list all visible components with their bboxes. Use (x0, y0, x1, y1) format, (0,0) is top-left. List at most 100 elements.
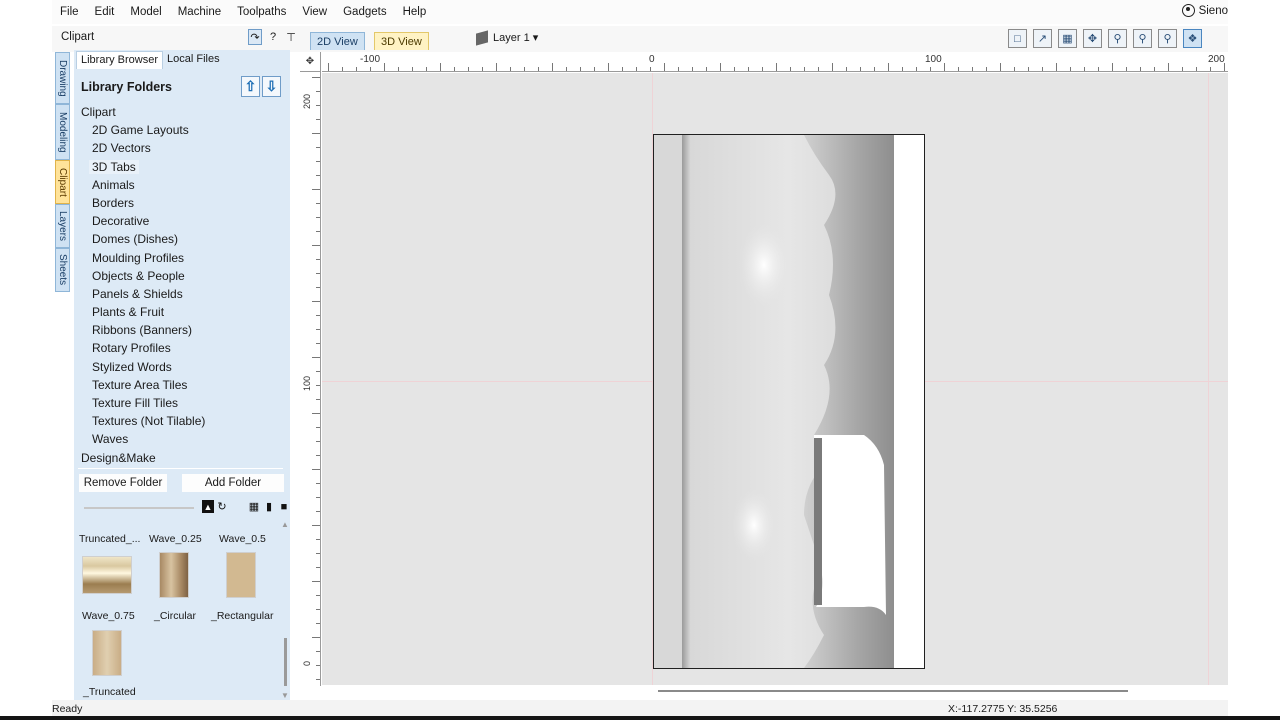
folder-item[interactable]: Borders (74, 194, 290, 212)
folder-item[interactable]: Texture Area Tiles (74, 376, 290, 394)
material-block[interactable] (653, 134, 925, 669)
add-folder-button[interactable]: Add Folder (182, 474, 284, 492)
folder-item[interactable]: Textures (Not Tilable) (74, 412, 290, 430)
menu-file[interactable]: File (52, 6, 87, 18)
folder-item[interactable]: Waves (74, 430, 290, 448)
folder-item[interactable]: Rotary Profiles (74, 339, 290, 357)
ruler-tick (316, 595, 320, 596)
user-icon (1181, 4, 1195, 17)
thumbnail-size-slider[interactable] (84, 507, 194, 509)
tab-library-browser[interactable]: Library Browser (76, 51, 164, 69)
side-tab-label: Drawing (57, 59, 68, 97)
user-account[interactable]: Sieno (1181, 4, 1228, 17)
folder-item[interactable]: 2D Game Layouts (74, 121, 290, 139)
thumbnail-label[interactable]: Wave_0.5 (219, 533, 266, 545)
side-tab-drawing[interactable]: Drawing (55, 52, 70, 104)
side-tab-clipart[interactable]: Clipart (55, 160, 70, 204)
thumbnail-scrollbar[interactable]: ▲ ▼ (281, 520, 290, 700)
folder-item[interactable]: Texture Fill Tiles (74, 394, 290, 412)
ruler-tick (482, 67, 483, 71)
folder-item[interactable]: Decorative (74, 212, 290, 230)
layer-label: Layer 1 ▾ (493, 32, 539, 44)
2d-view-canvas[interactable] (322, 73, 1228, 685)
menu-gadgets[interactable]: Gadgets (335, 6, 394, 18)
clipart-thumbnail[interactable] (82, 556, 132, 594)
menu-toolpaths[interactable]: Toolpaths (229, 6, 294, 18)
tab-3d-view[interactable]: 3D View (374, 32, 429, 50)
folder-item[interactable]: Panels & Shields (74, 285, 290, 303)
menu-model[interactable]: Model (122, 6, 169, 18)
menu-edit[interactable]: Edit (87, 6, 123, 18)
ruler-tick (916, 67, 917, 71)
clipart-thumbnail[interactable] (226, 552, 256, 598)
menu-help[interactable]: Help (395, 6, 435, 18)
scroll-down-icon[interactable]: ▼ (281, 691, 289, 700)
pin-icon[interactable]: ⊤ (284, 29, 298, 45)
large-grid-icon[interactable]: ■ (278, 500, 290, 513)
tab-2d-view[interactable]: 2D View (310, 32, 365, 50)
ruler-tick (316, 371, 320, 372)
medium-grid-icon[interactable]: ▮ (263, 500, 275, 513)
zoom-box-icon[interactable]: ⚲ (1133, 29, 1152, 48)
status-text: Ready (52, 703, 83, 715)
folder-label: 2D Game Layouts (92, 123, 189, 138)
ruler-tick (316, 231, 320, 232)
pan-icon[interactable]: ✥ (1083, 29, 1102, 48)
clipart-thumbnail[interactable] (92, 630, 122, 676)
folder-item[interactable]: 3D Tabs (74, 158, 290, 176)
slot-shadow (814, 438, 822, 605)
ruler-tick (944, 63, 945, 71)
zoom-icon[interactable]: ⚲ (1108, 29, 1127, 48)
menu-view[interactable]: View (294, 6, 335, 18)
thumbnail-label[interactable]: _Circular (154, 610, 196, 622)
scrollbar-thumb[interactable] (284, 638, 287, 686)
folder-item[interactable]: Design&Make (74, 449, 290, 467)
folder-item[interactable]: Stylized Words (74, 358, 290, 376)
remove-folder-button[interactable]: Remove Folder (79, 474, 167, 492)
menu-machine[interactable]: Machine (170, 6, 229, 18)
scale-view-icon[interactable]: ↗ (1033, 29, 1052, 48)
folder-item[interactable]: Animals (74, 176, 290, 194)
ruler-tick (316, 553, 320, 554)
ruler-label: 0 (302, 661, 312, 667)
layer-selector[interactable]: Layer 1 ▾ (476, 29, 539, 46)
folder-item[interactable]: 2D Vectors (74, 139, 290, 157)
left-edge-band (654, 135, 682, 668)
clipart-thumbnails: Truncated_... Wave_0.25 Wave_0.5 Wave_0.… (74, 520, 278, 700)
fit-view-icon[interactable]: □ (1008, 29, 1027, 48)
import-icon[interactable]: ▲ (202, 500, 214, 513)
ruler-tick (312, 469, 320, 470)
thumbnail-label[interactable]: _Truncated (83, 686, 136, 698)
folder-item[interactable]: Domes (Dishes) (74, 230, 290, 248)
panel-dock-icon[interactable]: ↷ (248, 29, 262, 45)
panel-help-icon[interactable]: ? (266, 29, 280, 45)
side-tab-layers[interactable]: Layers (55, 204, 70, 248)
move-up-icon[interactable]: ⇧ (241, 76, 260, 97)
thumbnail-label[interactable]: _Rectangular (211, 610, 273, 622)
grid-icon[interactable]: ▦ (1058, 29, 1077, 48)
canvas-horizontal-scrollbar[interactable] (658, 690, 1128, 692)
move-down-icon[interactable]: ⇩ (262, 76, 281, 97)
ruler-origin-icon[interactable]: ✥ (300, 52, 321, 72)
ruler-tick (706, 67, 707, 71)
ruler-tick (580, 67, 581, 71)
scroll-up-icon[interactable]: ▲ (281, 520, 289, 529)
side-tab-sheets[interactable]: Sheets (55, 248, 70, 292)
side-tab-modeling[interactable]: Modeling (55, 104, 70, 160)
ruler-tick (312, 581, 320, 582)
tab-local-files[interactable]: Local Files (163, 51, 224, 69)
folder-item[interactable]: Clipart (74, 103, 290, 121)
thumbnail-label[interactable]: Wave_0.75 (82, 610, 135, 622)
cursor-coordinates: X:-117.2775 Y: 35.5256 (948, 703, 1058, 715)
refresh-icon[interactable]: ↻ (216, 500, 228, 513)
folder-item[interactable]: Moulding Profiles (74, 249, 290, 267)
clipart-thumbnail[interactable] (159, 552, 189, 598)
small-grid-icon[interactable]: ▦ (248, 500, 260, 513)
thumbnail-label[interactable]: Wave_0.25 (149, 533, 202, 545)
folder-item[interactable]: Plants & Fruit (74, 303, 290, 321)
folder-item[interactable]: Objects & People (74, 267, 290, 285)
zoom-extents-icon[interactable]: ⚲ (1158, 29, 1177, 48)
thumbnail-label[interactable]: Truncated_... (79, 533, 140, 545)
vector-toggle-icon[interactable]: ❖ (1183, 29, 1202, 48)
folder-item[interactable]: Ribbons (Banners) (74, 321, 290, 339)
